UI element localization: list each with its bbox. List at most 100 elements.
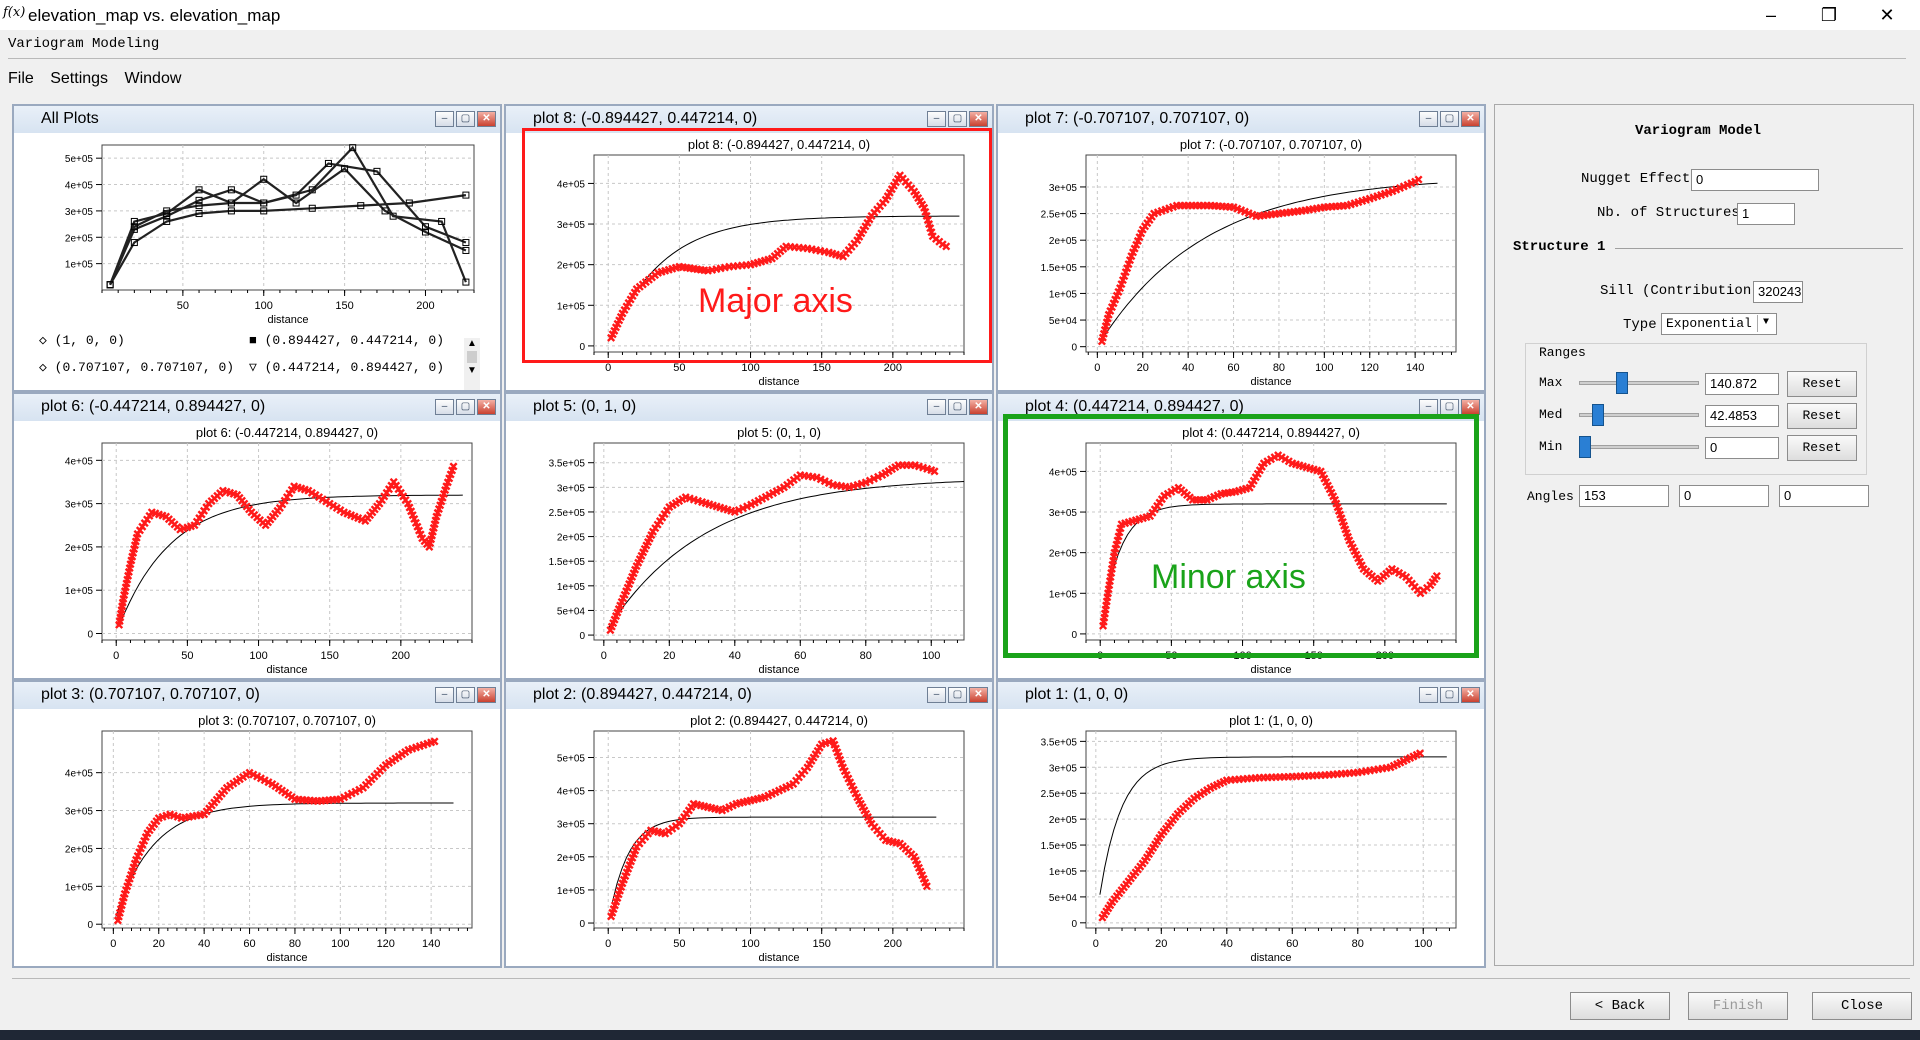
legend-label: (0.894427, 0.447214, 0) xyxy=(264,333,445,348)
med-input[interactable]: 42.4853 xyxy=(1705,405,1779,427)
pane-minimize-button[interactable]: – xyxy=(435,687,454,703)
y-tick-label: 1e+05 xyxy=(65,260,94,271)
pane-minimize-button[interactable]: – xyxy=(1419,687,1438,703)
pane-minimize-button[interactable]: – xyxy=(927,687,946,703)
pane-maximize-button[interactable]: ▢ xyxy=(948,111,967,127)
minimize-button[interactable]: – xyxy=(1748,0,1794,30)
med-reset-button[interactable]: Reset xyxy=(1787,403,1857,429)
pane-header[interactable]: plot 6: (-0.447214, 0.894427, 0) – ▢ ✕ xyxy=(14,394,500,421)
menu-window[interactable]: Window xyxy=(125,70,182,87)
x-tick-label: 40 xyxy=(1182,362,1194,374)
pane-close-button[interactable]: ✕ xyxy=(1461,111,1480,127)
pane-close-button[interactable]: ✕ xyxy=(969,399,988,415)
x-tick-label: 50 xyxy=(673,938,685,950)
plot-pane: plot 7: (-0.707107, 0.707107, 0) – ▢ ✕ plot … xyxy=(996,104,1486,392)
x-tick-label: 200 xyxy=(392,650,410,662)
pane-minimize-button[interactable]: – xyxy=(435,399,454,415)
pane-header[interactable]: All Plots – ▢ ✕ xyxy=(14,106,500,133)
finish-button[interactable]: Finish xyxy=(1688,992,1788,1020)
y-tick-label: 5e+05 xyxy=(65,154,94,165)
type-select[interactable]: Exponential ▼ xyxy=(1661,313,1777,335)
maximize-button[interactable]: ❐ xyxy=(1806,0,1852,30)
pane-controls: – ▢ ✕ xyxy=(1419,687,1480,703)
pane-header[interactable]: plot 2: (0.894427, 0.447214, 0) – ▢ ✕ xyxy=(506,682,992,709)
x-tick-label: 0 xyxy=(1094,362,1100,374)
sill-input[interactable]: 320243 xyxy=(1753,281,1803,303)
legend-scrollbar[interactable]: ▲ ▼ xyxy=(464,338,480,390)
x-tick-label: 20 xyxy=(1137,362,1149,374)
y-tick-label: 2e+05 xyxy=(1049,815,1078,826)
med-slider[interactable] xyxy=(1591,404,1604,426)
chart-svg: plot 5: (0, 1, 0) 0 20 40 60 80 100 0 5e+04 1e+05… xyxy=(549,425,965,676)
menu-settings[interactable]: Settings xyxy=(50,70,108,87)
pane-minimize-button[interactable]: – xyxy=(927,399,946,415)
x-axis-label: distance xyxy=(1251,952,1292,964)
min-slider-track xyxy=(1579,445,1699,449)
max-slider[interactable] xyxy=(1615,372,1628,394)
x-tick-label: 50 xyxy=(177,300,189,312)
pane-close-button[interactable]: ✕ xyxy=(969,687,988,703)
pane-minimize-button[interactable]: – xyxy=(1419,111,1438,127)
pane-close-button[interactable]: ✕ xyxy=(1461,687,1480,703)
y-tick-label: 3e+05 xyxy=(557,820,586,831)
close-button[interactable]: Close xyxy=(1812,992,1912,1020)
x-tick-label: 0 xyxy=(1093,938,1099,950)
y-tick-label: 2e+05 xyxy=(65,233,94,244)
pane-close-button[interactable]: ✕ xyxy=(1461,399,1480,415)
pane-header[interactable]: plot 3: (0.707107, 0.707107, 0) – ▢ ✕ xyxy=(14,682,500,709)
nugget-input[interactable]: 0 xyxy=(1691,169,1819,191)
pane-controls: – ▢ ✕ xyxy=(435,111,496,127)
close-window-button[interactable]: ✕ xyxy=(1864,0,1910,30)
pane-maximize-button[interactable]: ▢ xyxy=(948,399,967,415)
angle-2-input[interactable]: 0 xyxy=(1679,485,1769,507)
min-slider[interactable] xyxy=(1579,436,1591,458)
x-axis-label: distance xyxy=(759,664,800,676)
angle-3-input[interactable]: 0 xyxy=(1779,485,1869,507)
max-input[interactable]: 140.872 xyxy=(1705,373,1779,395)
y-tick-label: 5e+04 xyxy=(557,606,586,617)
y-tick-label: 4e+05 xyxy=(65,769,94,780)
pane-maximize-button[interactable]: ▢ xyxy=(456,399,475,415)
nb-structures-spinner[interactable]: 1 xyxy=(1737,203,1795,225)
chart-svg: plot 1: (1, 0, 0) 0 20 40 60 80 100 0 5e+04 1e+05… xyxy=(1041,713,1457,964)
back-button[interactable]: < Back xyxy=(1570,992,1670,1020)
angle-1-input[interactable]: 153 xyxy=(1579,485,1669,507)
pane-maximize-button[interactable]: ▢ xyxy=(1440,111,1459,127)
x-tick-label: 100 xyxy=(255,300,273,312)
menu-file[interactable]: File xyxy=(8,70,34,87)
pane-close-button[interactable]: ✕ xyxy=(477,399,496,415)
scroll-up-icon[interactable]: ▲ xyxy=(464,338,480,349)
pane-maximize-button[interactable]: ▢ xyxy=(948,687,967,703)
scroll-thumb[interactable] xyxy=(467,351,477,363)
chevron-down-icon: ▼ xyxy=(1757,315,1774,332)
legend-marker-icon: ■ xyxy=(249,333,265,348)
pane-controls: – ▢ ✕ xyxy=(1419,399,1480,415)
pane-maximize-button[interactable]: ▢ xyxy=(456,687,475,703)
pane-title: plot 6: (-0.447214, 0.894427, 0) xyxy=(41,398,266,415)
pane-close-button[interactable]: ✕ xyxy=(477,687,496,703)
pane-maximize-button[interactable]: ▢ xyxy=(456,111,475,127)
x-tick-label: 100 xyxy=(1414,938,1432,950)
y-tick-label: 1e+05 xyxy=(557,886,586,897)
x-tick-label: 80 xyxy=(860,650,872,662)
min-reset-button[interactable]: Reset xyxy=(1787,435,1857,461)
max-reset-button[interactable]: Reset xyxy=(1787,371,1857,397)
pane-maximize-button[interactable]: ▢ xyxy=(1440,687,1459,703)
pane-maximize-button[interactable]: ▢ xyxy=(1440,399,1459,415)
x-tick-label: 100 xyxy=(1315,362,1333,374)
pane-header[interactable]: plot 7: (-0.707107, 0.707107, 0) – ▢ ✕ xyxy=(998,106,1484,133)
y-tick-label: 1e+05 xyxy=(557,582,586,593)
chart-svg: plot 3: (0.707107, 0.707107, 0) 0 20 40 60 80… xyxy=(65,713,473,964)
pane-close-button[interactable]: ✕ xyxy=(969,111,988,127)
scroll-down-icon[interactable]: ▼ xyxy=(464,365,480,376)
pane-minimize-button[interactable]: – xyxy=(927,111,946,127)
pane-header[interactable]: plot 5: (0, 1, 0) – ▢ ✕ xyxy=(506,394,992,421)
pane-minimize-button[interactable]: – xyxy=(1419,399,1438,415)
pane-header[interactable]: plot 1: (1, 0, 0) – ▢ ✕ xyxy=(998,682,1484,709)
pane-title: plot 1: (1, 0, 0) xyxy=(1025,686,1129,703)
pane-close-button[interactable]: ✕ xyxy=(477,111,496,127)
chart-title: plot 1: (1, 0, 0) xyxy=(1229,713,1313,728)
x-axis-label: distance xyxy=(759,952,800,964)
min-input[interactable]: 0 xyxy=(1705,437,1779,459)
pane-minimize-button[interactable]: – xyxy=(435,111,454,127)
